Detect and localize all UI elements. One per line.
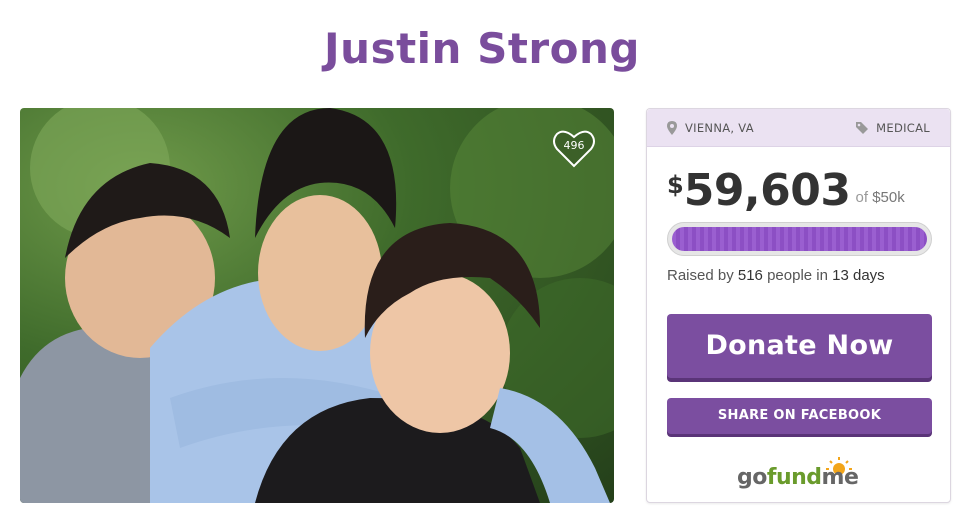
page-title: Justin Strong — [324, 24, 640, 73]
card-header: VIENNA, VA MEDICAL — [647, 109, 950, 147]
location-label: VIENNA, VA — [685, 121, 754, 135]
currency-symbol: $ — [667, 171, 684, 199]
category[interactable]: MEDICAL — [855, 121, 930, 135]
share-facebook-button[interactable]: SHARE ON FACEBOOK — [667, 398, 932, 434]
location-pin-icon — [667, 121, 677, 135]
raised-prefix: Raised by — [667, 267, 734, 284]
days-count: 13 days — [832, 267, 885, 284]
like-count: 496 — [563, 139, 585, 152]
goal-value: $50k — [872, 189, 905, 206]
amount-raised: $ 59,603 of $50k — [667, 167, 905, 215]
tag-icon — [856, 122, 869, 134]
raised-middle: people in — [767, 267, 828, 284]
donate-now-button[interactable]: Donate Now — [667, 314, 932, 378]
campaign-photo[interactable]: 496 — [20, 108, 614, 503]
logo-go: go — [737, 465, 767, 490]
like-button[interactable]: 496 — [552, 126, 596, 170]
goal-prefix: of — [855, 189, 869, 206]
donation-card: VIENNA, VA MEDICAL $ 59,603 of $50k Rais… — [646, 108, 951, 503]
goal-text: of $50k — [856, 189, 905, 206]
logo-fund: fund — [766, 465, 822, 490]
donor-count: 516 — [737, 267, 763, 284]
progress-fill — [672, 227, 927, 251]
campaign-photo-illustration — [20, 108, 614, 503]
gofundme-wordmark: gofundme — [737, 465, 859, 490]
raised-summary: Raised by 516 people in 13 days — [667, 267, 885, 284]
amount-value: 59,603 — [683, 165, 851, 216]
logo-me: me — [821, 465, 859, 490]
location: VIENNA, VA — [667, 121, 754, 135]
category-label: MEDICAL — [876, 121, 930, 135]
progress-bar — [667, 222, 932, 256]
gofundme-logo[interactable]: gofundme — [735, 455, 865, 495]
